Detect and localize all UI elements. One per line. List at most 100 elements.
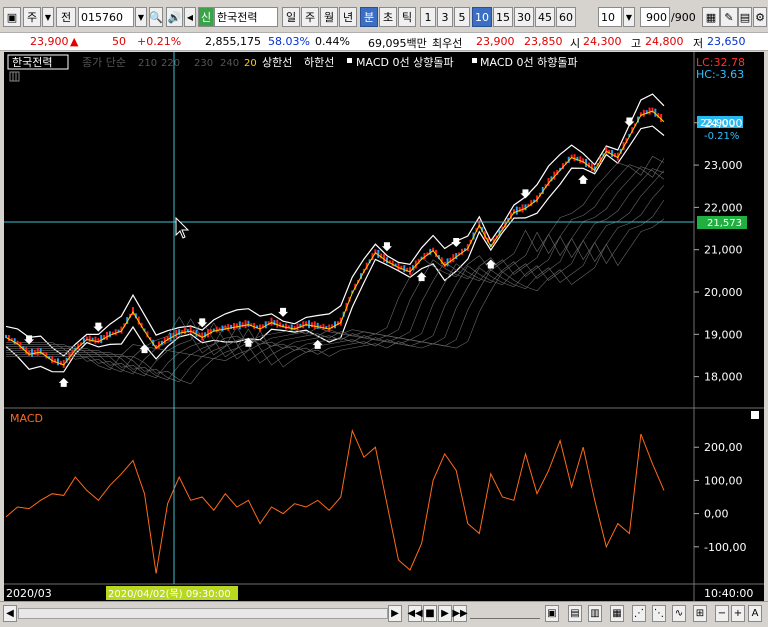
buy-signal-arrow — [139, 344, 150, 354]
price-value: 23,900 — [30, 35, 69, 48]
market-select[interactable]: 주 — [23, 7, 41, 27]
price-tick-label: 24,000 — [704, 117, 743, 130]
ma-fan-line — [6, 185, 665, 381]
candle — [114, 329, 117, 336]
price-tick-label: 21,000 — [704, 244, 743, 257]
candle — [253, 322, 256, 329]
price-tick-label: 23,000 — [704, 159, 743, 172]
interval-45-button[interactable]: 45 — [535, 7, 555, 27]
interval-3-button[interactable]: 3 — [437, 7, 453, 27]
count-total: /900 — [671, 11, 696, 24]
scroll-right-icon[interactable]: ▶ — [388, 605, 402, 622]
period-tick-button[interactable]: 틱 — [398, 7, 416, 27]
window-icon[interactable]: ▣ — [3, 7, 21, 27]
pct-tag: -0.21% — [704, 131, 739, 142]
grid-toggle-icon[interactable] — [9, 71, 20, 82]
count-input[interactable]: 900 — [640, 7, 670, 27]
speaker-icon[interactable]: 🔊 — [166, 7, 183, 27]
tool-icon-3[interactable]: ▥ — [588, 605, 602, 622]
name-input[interactable]: 한국전력 — [214, 7, 278, 27]
tool-icon-8[interactable]: ⊞ — [693, 605, 707, 622]
change-value: 50 — [112, 35, 126, 48]
price-tick-label: 19,000 — [704, 328, 743, 341]
tool-icon-4[interactable]: ▦ — [610, 605, 624, 622]
candle — [183, 328, 186, 335]
best-bid-value: 23,850 — [524, 35, 563, 48]
new-badge: 신 — [198, 7, 214, 27]
interval-dropdown-icon[interactable]: ▼ — [623, 7, 635, 27]
bottom-toolbar: ◀ ▶ ◀◀ ■ ▶ ▶▶ ▣ ▤ ▥ ▦ ⋰ ⋱ ∿ ⊞ − + A — [0, 601, 768, 625]
price-tick-label: 20,000 — [704, 286, 743, 299]
period-second-button[interactable]: 초 — [379, 7, 397, 27]
prev-icon[interactable]: ◀ — [184, 7, 196, 27]
interval-30-button[interactable]: 30 — [514, 7, 534, 27]
interval-1-button[interactable]: 1 — [420, 7, 436, 27]
legend-ma-220: 220 — [161, 58, 180, 69]
tool-icon-5[interactable]: ⋰ — [632, 605, 646, 622]
period-week-button[interactable]: 주 — [301, 7, 319, 27]
candle — [308, 320, 311, 329]
interval-10-button[interactable]: 10 — [472, 7, 492, 27]
stop-icon[interactable]: ■ — [423, 605, 437, 622]
search-icon[interactable]: 🔍 — [149, 7, 163, 27]
open-value: 24,300 — [583, 35, 622, 48]
time-end: 10:40:00 — [704, 587, 753, 600]
zoom-in-icon[interactable]: + — [731, 605, 745, 622]
candle — [310, 322, 313, 328]
up-triangle-icon: ▲ — [70, 35, 79, 48]
candle — [521, 204, 524, 213]
candle — [397, 263, 400, 271]
candle — [403, 265, 406, 273]
scrollbar-track[interactable] — [18, 608, 388, 619]
legend-macd-down: MACD 0선 하향돌파 — [480, 55, 578, 69]
code-dropdown-icon[interactable]: ▼ — [135, 7, 147, 27]
interval-60-button[interactable]: 60 — [556, 7, 576, 27]
chart-svg[interactable]: 한국전력 종가 단순 210 220 230 240 20 상한선 하한선 MA… — [4, 52, 764, 602]
interval-5-button[interactable]: 5 — [454, 7, 470, 27]
legend-macd-down-marker — [472, 58, 477, 63]
candle — [515, 206, 518, 215]
chart-area[interactable]: 한국전력 종가 단순 210 220 230 240 20 상한선 하한선 MA… — [4, 52, 764, 602]
save-icon[interactable]: ▤ — [738, 7, 752, 27]
candle — [238, 321, 241, 330]
draw-icon[interactable]: ✎ — [720, 7, 738, 27]
sell-signal-arrow — [278, 307, 289, 317]
period-year-button[interactable]: 년 — [339, 7, 357, 27]
candle — [106, 331, 109, 340]
type-select[interactable]: 전 — [56, 7, 76, 27]
candle — [235, 323, 238, 329]
ma-fan-line — [6, 168, 665, 377]
scroll-left-icon[interactable]: ◀ — [3, 605, 17, 622]
grid-icon[interactable]: ▦ — [702, 7, 720, 27]
interval-input[interactable]: 10 — [598, 7, 622, 27]
period-day-button[interactable]: 일 — [282, 7, 300, 27]
zoom-out-icon[interactable]: − — [715, 605, 729, 622]
macd-line — [5, 428, 665, 574]
candle — [579, 156, 582, 164]
buy-signal-arrow — [485, 259, 496, 269]
code-input[interactable]: 015760 — [78, 7, 134, 27]
candle — [207, 329, 210, 338]
auto-scale-icon[interactable]: A — [748, 605, 762, 622]
fast-forward-icon[interactable]: ▶▶ — [452, 605, 468, 622]
period-minute-button[interactable]: 분 — [360, 7, 378, 27]
tool-icon-7[interactable]: ∿ — [672, 605, 686, 622]
macd-close-icon[interactable] — [751, 411, 759, 419]
macd-tick-label: 100,00 — [704, 474, 743, 487]
tool-icon-1[interactable]: ▣ — [545, 605, 559, 622]
tool-icon-2[interactable]: ▤ — [568, 605, 582, 622]
rewind-icon[interactable]: ◀◀ — [407, 605, 423, 622]
candle — [322, 323, 325, 330]
gear-icon[interactable]: ⚙ — [753, 7, 767, 27]
interval-15-button[interactable]: 15 — [493, 7, 513, 27]
price-tick-label: 18,000 — [704, 371, 743, 384]
play-icon[interactable]: ▶ — [438, 605, 452, 622]
candle — [221, 325, 224, 332]
period-month-button[interactable]: 월 — [320, 7, 338, 27]
candle — [391, 260, 394, 267]
candle — [648, 107, 651, 115]
market-dropdown-icon[interactable]: ▼ — [42, 7, 54, 27]
candle — [313, 321, 316, 330]
zoom-slider[interactable] — [470, 608, 540, 619]
tool-icon-6[interactable]: ⋱ — [652, 605, 666, 622]
